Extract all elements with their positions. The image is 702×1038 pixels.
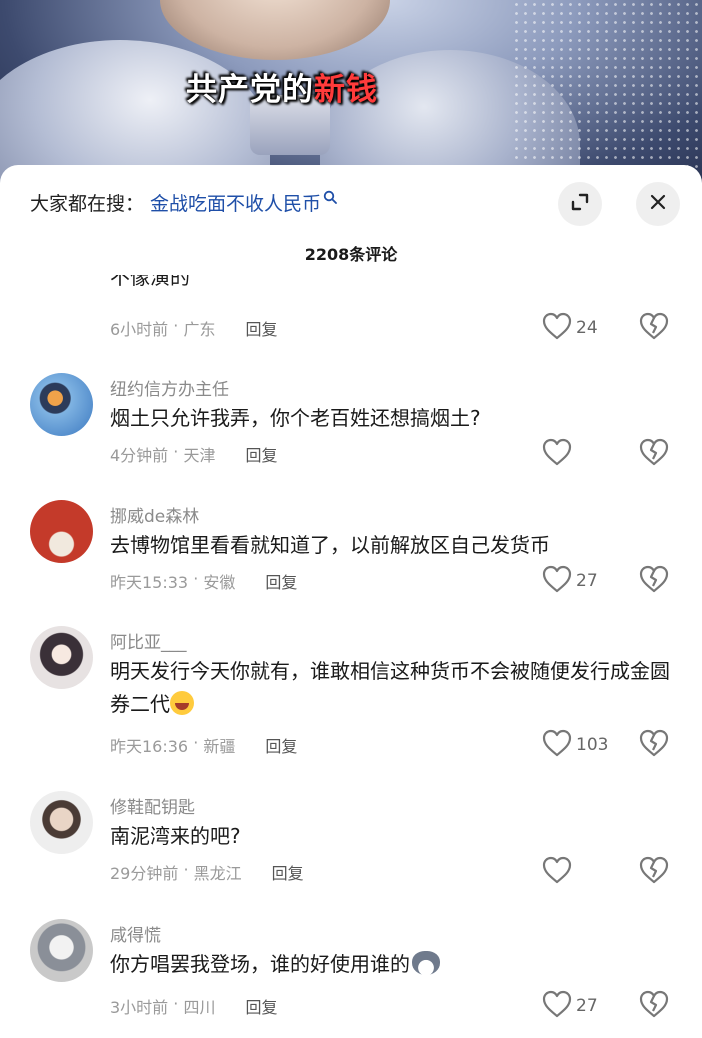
like-count: 103 xyxy=(576,735,609,755)
video-figure-face xyxy=(160,0,390,60)
comment-sheet: 大家都在搜： 金战吃面不收人民币 2208条评论 不像演的 6小时前 · 广东 … xyxy=(0,165,702,1038)
like-button[interactable] xyxy=(541,437,576,471)
comment-meta: 昨天15:33 · 安徽 回复 xyxy=(110,569,297,593)
dislike-button[interactable] xyxy=(638,728,670,762)
dislike-button[interactable] xyxy=(638,564,670,598)
meta-dot: · xyxy=(168,994,184,1013)
reply-button[interactable]: 回复 xyxy=(265,569,297,593)
broken-heart-icon xyxy=(638,312,670,345)
dislike-button[interactable] xyxy=(638,855,670,889)
trending-search[interactable]: 大家都在搜： 金战吃面不收人民币 xyxy=(30,189,337,216)
broken-heart-icon xyxy=(638,856,670,889)
reply-button[interactable]: 回复 xyxy=(272,860,304,884)
trending-search-term[interactable]: 金战吃面不收人民币 xyxy=(150,189,321,216)
comment-location: 广东 xyxy=(183,320,216,339)
broken-heart-icon xyxy=(638,438,670,471)
comment-meta: 昨天16:36 · 新疆 回复 xyxy=(110,733,297,757)
video-caption-red: 新钱 xyxy=(314,72,378,108)
comment-author[interactable]: 挪威de森林 xyxy=(110,502,199,527)
comment-text: 烟土只允许我弄，你个老百姓还想搞烟土? xyxy=(110,406,481,430)
avatar[interactable] xyxy=(30,373,93,436)
avatar[interactable] xyxy=(30,919,93,982)
comment-location: 四川 xyxy=(183,998,216,1017)
avatar[interactable] xyxy=(30,791,93,854)
reply-button[interactable]: 回复 xyxy=(245,994,277,1018)
like-button[interactable] xyxy=(541,855,576,889)
comment-author[interactable]: 阿比亚___ xyxy=(110,628,187,653)
comment-location: 新疆 xyxy=(203,737,236,756)
comment-text-body: 明天发行今天你就有，谁敢相信这种货币不会被随便发行成金圆券二代 xyxy=(110,659,670,716)
meta-dot: · xyxy=(188,733,204,752)
comment-meta: 29分钟前 · 黑龙江 回复 xyxy=(110,860,304,884)
like-button[interactable]: 27 xyxy=(541,564,598,598)
comment-count: 2208条评论 xyxy=(304,245,398,264)
heart-icon xyxy=(541,855,573,889)
expand-button[interactable] xyxy=(558,182,602,226)
expand-icon xyxy=(570,192,590,216)
heart-icon xyxy=(541,437,573,471)
like-button[interactable]: 24 xyxy=(541,311,598,345)
heart-icon xyxy=(541,311,573,345)
comment-text: 你方唱罢我登场，谁的好使用谁的 xyxy=(110,948,670,981)
broken-heart-icon xyxy=(638,729,670,762)
comment-location: 黑龙江 xyxy=(193,864,242,883)
comment-author[interactable]: 咸得慌 xyxy=(110,921,161,946)
comment-location: 安徽 xyxy=(203,573,236,592)
husky-emoji-icon xyxy=(412,951,440,975)
video-caption-white: 共产党的 xyxy=(186,72,314,108)
heart-icon xyxy=(541,728,573,762)
broken-heart-icon xyxy=(638,990,670,1023)
like-count: 27 xyxy=(576,996,598,1016)
meta-dot: · xyxy=(188,569,204,588)
close-button[interactable] xyxy=(636,182,680,226)
meta-dot: · xyxy=(168,316,184,335)
like-count: 24 xyxy=(576,318,598,338)
like-button[interactable]: 103 xyxy=(541,728,608,762)
avatar[interactable] xyxy=(30,626,93,689)
search-icon xyxy=(323,190,337,208)
comment-meta: 3小时前 · 四川 回复 xyxy=(110,994,277,1018)
comment-meta: 6小时前 · 广东 回复 xyxy=(110,316,277,340)
reply-button[interactable]: 回复 xyxy=(245,442,277,466)
comment-author[interactable]: 纽约信方办主任 xyxy=(110,375,229,400)
comment-time: 3小时前 xyxy=(110,998,169,1017)
comment-time: 昨天16:36 xyxy=(110,737,189,756)
comment-text-clipped: 不像演的 xyxy=(110,275,190,289)
heart-icon xyxy=(541,989,573,1023)
broken-heart-icon xyxy=(638,565,670,598)
dislike-button[interactable] xyxy=(638,311,670,345)
comment-time: 6小时前 xyxy=(110,320,169,339)
dislike-button[interactable] xyxy=(638,437,670,471)
avatar[interactable] xyxy=(30,500,93,563)
close-icon xyxy=(649,193,667,215)
like-count: 27 xyxy=(576,571,598,591)
comment-text-body: 你方唱罢我登场，谁的好使用谁的 xyxy=(110,952,410,976)
reply-button[interactable]: 回复 xyxy=(265,733,297,757)
comment-time: 4分钟前 xyxy=(110,446,169,465)
laughing-crying-emoji-icon xyxy=(170,691,194,715)
trending-search-prefix: 大家都在搜： xyxy=(30,193,145,215)
video-caption: 共产党的新钱 xyxy=(186,64,378,109)
heart-icon xyxy=(541,564,573,598)
like-button[interactable]: 27 xyxy=(541,989,598,1023)
comment-text: 明天发行今天你就有，谁敢相信这种货币不会被随便发行成金圆券二代 xyxy=(110,655,670,721)
comment-text: 南泥湾来的吧? xyxy=(110,824,241,848)
meta-dot: · xyxy=(168,442,184,461)
dislike-button[interactable] xyxy=(638,989,670,1023)
comment-time: 29分钟前 xyxy=(110,864,179,883)
comment-text: 去博物馆里看看就知道了，以前解放区自己发货币 xyxy=(110,533,550,557)
comment-time: 昨天15:33 xyxy=(110,573,189,592)
comment-author[interactable]: 修鞋配钥匙 xyxy=(110,793,195,818)
meta-dot: · xyxy=(178,860,194,879)
reply-button[interactable]: 回复 xyxy=(245,316,277,340)
comment-meta: 4分钟前 · 天津 回复 xyxy=(110,442,277,466)
comment-location: 天津 xyxy=(183,446,216,465)
